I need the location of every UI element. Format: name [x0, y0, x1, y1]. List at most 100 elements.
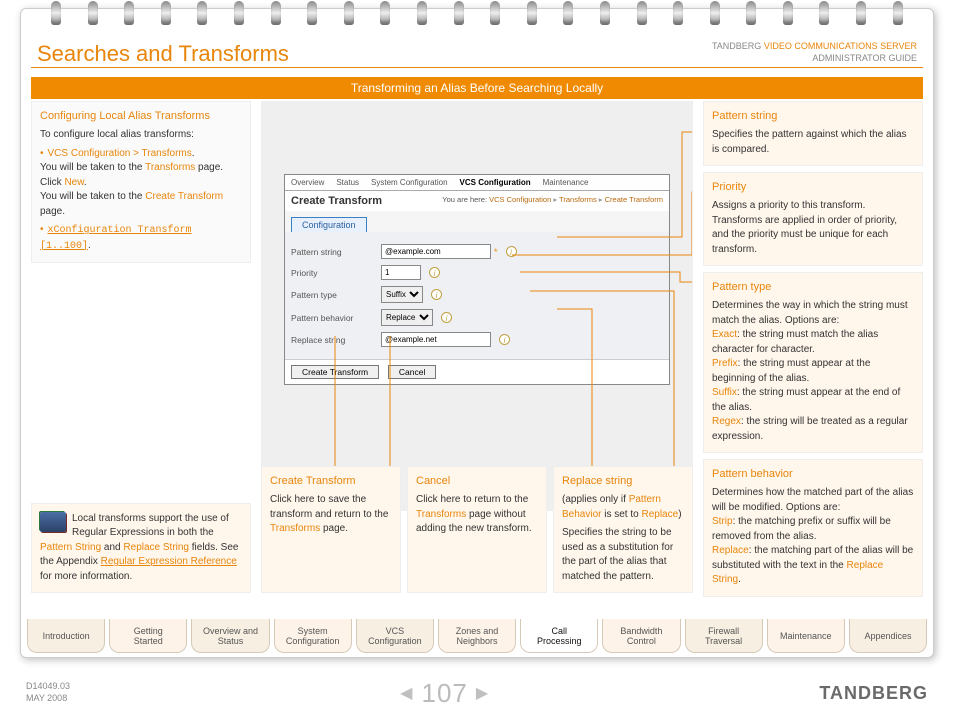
- form-heading: Create Transform: [291, 195, 382, 207]
- doc-id: D14049.03 MAY 2008: [26, 681, 70, 704]
- brand-logo: TANDBERG: [819, 683, 928, 704]
- input-replace-string[interactable]: [381, 332, 491, 347]
- replace-string-link[interactable]: Replace String: [123, 542, 189, 553]
- text: You will be taken to the: [40, 191, 145, 202]
- xconfig-command-link[interactable]: xConfiguration Transform [1..100]: [40, 225, 192, 252]
- breadcrumb: You are here: VCS Configuration ▸ Transf…: [442, 195, 663, 204]
- right-column: Pattern string Specifies the pattern aga…: [703, 101, 923, 599]
- chapter-tab-getting-started[interactable]: GettingStarted: [109, 619, 187, 653]
- app-tab-overview[interactable]: Overview: [291, 178, 324, 187]
- transforms-link[interactable]: Transforms: [270, 523, 320, 534]
- cancel-button[interactable]: Cancel: [388, 365, 436, 379]
- content: Configuring Local Alias Transforms To co…: [31, 101, 923, 599]
- mid-notes: Create Transform Click here to save the …: [261, 466, 693, 599]
- help-icon[interactable]: i: [506, 246, 517, 257]
- crumb-vcs-configuration[interactable]: VCS Configuration: [489, 195, 551, 204]
- transforms-page-link[interactable]: Transforms: [145, 162, 195, 173]
- screenshot-title: Create Transform You are here: VCS Confi…: [285, 191, 669, 211]
- opt-strip: Strip: [712, 516, 733, 527]
- row-pattern-behavior: Pattern behavior Replace i: [291, 309, 663, 326]
- opt-prefix: Prefix: [712, 358, 738, 369]
- prev-page-icon[interactable]: ◀: [400, 683, 413, 703]
- note-create-transform: Create Transform Click here to save the …: [261, 466, 401, 593]
- app-tab-vcs-configuration[interactable]: VCS Configuration: [460, 178, 531, 187]
- app-tab-system-configuration[interactable]: System Configuration: [371, 178, 447, 187]
- nav-vcs-transforms-link[interactable]: VCS Configuration > Transforms: [48, 148, 192, 159]
- row-pattern-string: Pattern string * i: [291, 244, 663, 259]
- chapter-tab-overview-and-status[interactable]: Overview andStatus: [191, 619, 269, 653]
- bullet-icon: •: [40, 148, 44, 159]
- opt-exact: Exact: [712, 329, 737, 340]
- label-replace-string: Replace string: [291, 335, 381, 345]
- select-pattern-type[interactable]: Suffix: [381, 286, 423, 303]
- config-title: Configuring Local Alias Transforms: [40, 110, 242, 122]
- row-replace-string: Replace string i: [291, 332, 663, 347]
- panel-title: Pattern string: [712, 110, 914, 122]
- regex-reference-link[interactable]: Regular Expression Reference: [101, 556, 237, 567]
- configuration-subtab[interactable]: Configuration: [291, 217, 367, 232]
- label-priority: Priority: [291, 268, 381, 278]
- crumb-create-transform: Create Transform: [605, 195, 663, 204]
- asterisk-icon: *: [494, 247, 498, 257]
- spiral-binding: [51, 1, 903, 29]
- app-tab-status[interactable]: Status: [336, 178, 359, 187]
- input-priority[interactable]: [381, 265, 421, 280]
- tip-text: Local transforms support the use of Regu…: [40, 512, 242, 585]
- next-page-icon[interactable]: ▶: [476, 683, 489, 703]
- help-icon[interactable]: i: [441, 312, 452, 323]
- brand-hl: VIDEO COMMUNICATIONS SERVER: [764, 41, 917, 51]
- book-icon: [40, 512, 66, 532]
- guide-subtitle: ADMINISTRATOR GUIDE: [812, 53, 917, 63]
- opt-suffix: Suffix: [712, 387, 737, 398]
- middle-column: Overview Status System Configuration VCS Co…: [261, 101, 693, 599]
- row-pattern-type: Pattern type Suffix i: [291, 286, 663, 303]
- transforms-link[interactable]: Transforms: [416, 509, 466, 520]
- help-icon[interactable]: i: [431, 289, 442, 300]
- panel-priority: Priority Assigns a priority to this tran…: [703, 172, 923, 266]
- config-steps: To configure local alias transforms: •VC…: [40, 128, 242, 254]
- label-pattern-string: Pattern string: [291, 247, 381, 257]
- chapter-tab-bandwidth-control[interactable]: BandwidthControl: [602, 619, 680, 653]
- new-link[interactable]: New: [64, 177, 83, 188]
- create-transform-page-link[interactable]: Create Transform: [145, 191, 223, 202]
- input-pattern-string[interactable]: [381, 244, 491, 259]
- page-header: Searches and Transforms TANDBERG VIDEO C…: [31, 37, 923, 71]
- button-row: Create Transform Cancel: [285, 359, 669, 384]
- chapter-tab-vcs-configuration[interactable]: VCSConfiguration: [356, 619, 434, 653]
- chapter-tabs: IntroductionGettingStartedOverview andSt…: [27, 619, 927, 653]
- pattern-string-link[interactable]: Pattern String: [40, 542, 101, 553]
- opt-regex: Regex: [712, 416, 741, 427]
- chapter-tab-appendices[interactable]: Appendices: [849, 619, 927, 653]
- note-title: Cancel: [416, 475, 538, 487]
- left-column: Configuring Local Alias Transforms To co…: [31, 101, 251, 599]
- chapter-tab-introduction[interactable]: Introduction: [27, 619, 105, 653]
- opt-replace: Replace: [712, 545, 749, 556]
- text: page.: [40, 206, 65, 217]
- create-transform-button[interactable]: Create Transform: [291, 365, 379, 379]
- note-cancel: Cancel Click here to return to the Trans…: [407, 466, 547, 593]
- tip-panel: Local transforms support the use of Regu…: [31, 503, 251, 594]
- chapter-tab-firewall-traversal[interactable]: FirewallTraversal: [685, 619, 763, 653]
- help-icon[interactable]: i: [499, 334, 510, 345]
- panel-title: Pattern type: [712, 281, 914, 293]
- select-pattern-behavior[interactable]: Replace: [381, 309, 433, 326]
- panel-pattern-string: Pattern string Specifies the pattern aga…: [703, 101, 923, 166]
- help-icon[interactable]: i: [429, 267, 440, 278]
- chapter-tab-call-processing[interactable]: CallProcessing: [520, 619, 598, 653]
- crumb-transforms[interactable]: Transforms: [559, 195, 597, 204]
- chapter-tab-system-configuration[interactable]: SystemConfiguration: [274, 619, 352, 653]
- chapter-tab-maintenance[interactable]: Maintenance: [767, 619, 845, 653]
- section-bar: Transforming an Alias Before Searching L…: [31, 77, 923, 99]
- note-replace-string: Replace string (applies only if Pattern …: [553, 466, 693, 593]
- panel-title: Priority: [712, 181, 914, 193]
- page-number: 107: [421, 678, 467, 709]
- guide-label: TANDBERG VIDEO COMMUNICATIONS SERVER ADM…: [712, 41, 917, 64]
- app-tab-maintenance[interactable]: Maintenance: [543, 178, 589, 187]
- page-navigator: ◀ 107 ▶: [400, 678, 489, 709]
- app-top-tabs: Overview Status System Configuration VCS Co…: [285, 175, 669, 191]
- chapter-tab-zones-and-neighbors[interactable]: Zones andNeighbors: [438, 619, 516, 653]
- text: .: [84, 177, 87, 188]
- screenshot-panel: Overview Status System Configuration VCS Co…: [261, 101, 693, 511]
- replace-ref: Replace: [641, 509, 678, 520]
- label-pattern-behavior: Pattern behavior: [291, 313, 381, 323]
